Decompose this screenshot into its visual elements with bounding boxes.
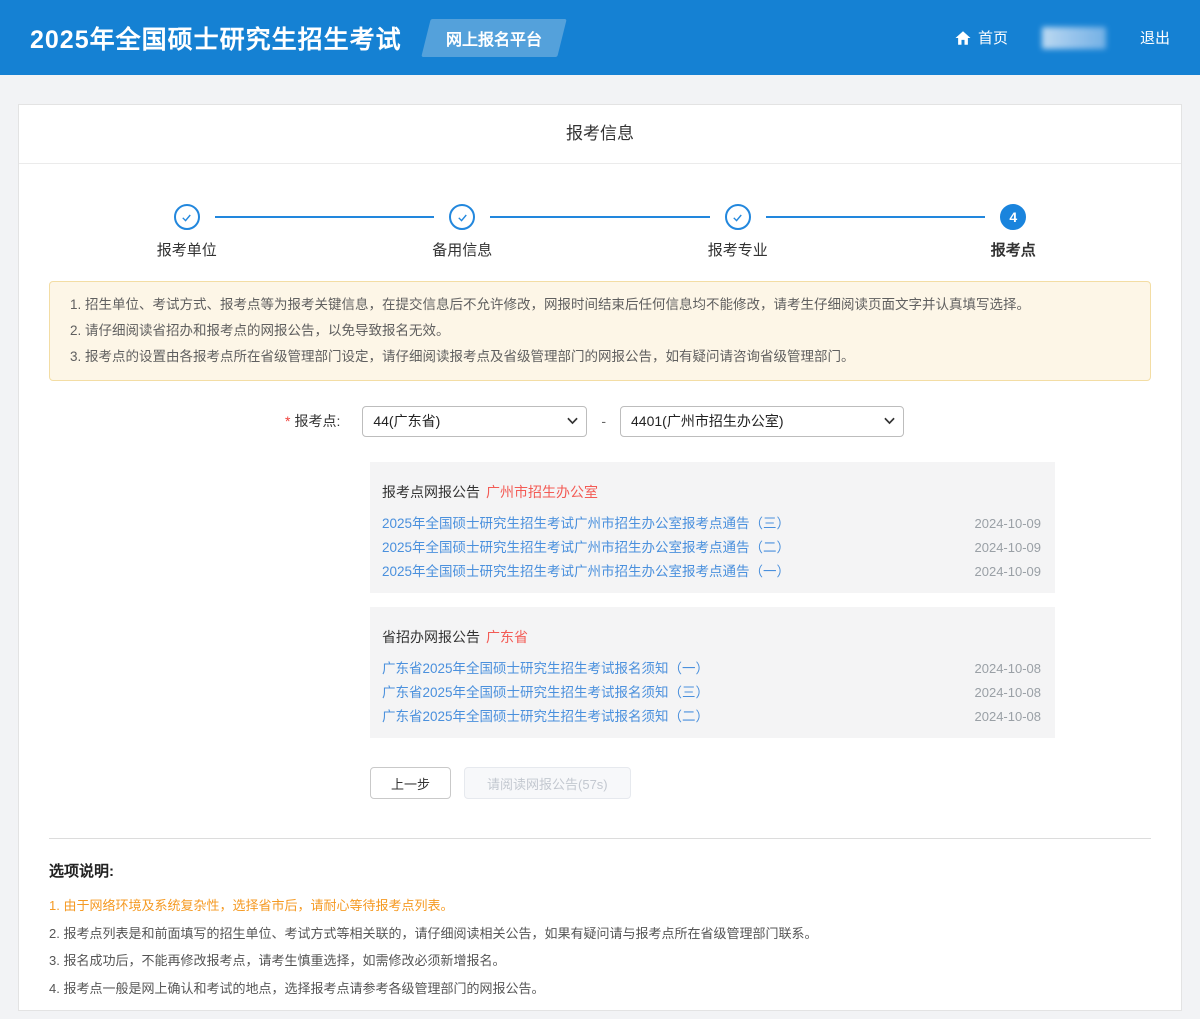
instruction-item-2: 2. 报考点列表是和前面填写的招生单位、考试方式等相关联的，请仔细阅读相关公告，…: [49, 920, 1151, 948]
logout-link[interactable]: 退出: [1140, 27, 1170, 48]
required-asterisk: *: [285, 413, 290, 429]
list-item: 广东省2025年全国硕士研究生招生考试报名须知（二） 2024-10-08: [382, 705, 1041, 729]
step-major: 报考专业: [600, 204, 876, 260]
home-link[interactable]: 首页: [954, 27, 1008, 48]
list-item: 广东省2025年全国硕士研究生招生考试报名须知（一） 2024-10-08: [382, 657, 1041, 681]
step-enrollment-unit: 报考单位: [49, 204, 325, 260]
notice-line-2: 2. 请仔细阅读省招办和报考点的网报公告，以免导致报名无效。: [70, 318, 1130, 344]
exam-site-label: *报考点:: [285, 411, 340, 431]
exam-site-announcements-panel: 报考点网报公告广州市招生办公室 2025年全国硕士研究生招生考试广州市招生办公室…: [370, 462, 1055, 593]
option-instructions: 选项说明: 1. 由于网络环境及系统复杂性，选择省市后，请耐心等待报考点列表。 …: [19, 839, 1181, 1002]
option-instructions-title: 选项说明:: [49, 860, 1151, 881]
option-instructions-list: 1. 由于网络环境及系统复杂性，选择省市后，请耐心等待报考点列表。 2. 报考点…: [49, 892, 1151, 1002]
announcement-date: 2024-10-08: [975, 705, 1042, 729]
top-nav: 首页 退出: [954, 27, 1170, 49]
list-item: 广东省2025年全国硕士研究生招生考试报名须知（三） 2024-10-08: [382, 681, 1041, 705]
step-2-check-icon: [449, 204, 475, 230]
logout-link-label: 退出: [1140, 27, 1170, 48]
instruction-item-4: 4. 报考点一般是网上确认和考试的地点，选择报考点请参考各级管理部门的网报公告。: [49, 975, 1151, 1003]
site-select-wrap: 4401(广州市招生办公室): [620, 406, 904, 437]
instruction-item-1: 1. 由于网络环境及系统复杂性，选择省市后，请耐心等待报考点列表。: [49, 892, 1151, 920]
platform-badge-label: 网上报名平台: [446, 26, 542, 50]
notice-line-3: 3. 报考点的设置由各报考点所在省级管理部门设定，请仔细阅读报考点及省级管理部门…: [70, 344, 1130, 370]
step-4-number: 4: [1000, 204, 1026, 230]
exam-site-form-row: *报考点: 44(广东省) - 4401(广州市招生办公室): [285, 405, 1181, 437]
read-announcements-countdown-button[interactable]: 请阅读网报公告(57s): [464, 767, 631, 799]
notice-line-1: 1. 招生单位、考试方式、报考点等为报考关键信息，在提交信息后不允许修改，网报时…: [70, 292, 1130, 318]
platform-badge: 网上报名平台: [421, 19, 566, 57]
home-icon: [954, 29, 972, 47]
provincial-announcements-title: 省招办网报公告: [382, 629, 480, 645]
list-item: 2025年全国硕士研究生招生考试广州市招生办公室报考点通告（三） 2024-10…: [382, 512, 1041, 536]
home-link-label: 首页: [978, 27, 1008, 48]
page-title: 报考信息: [19, 105, 1181, 164]
previous-step-button[interactable]: 上一步: [370, 767, 451, 799]
announcement-link[interactable]: 2025年全国硕士研究生招生考试广州市招生办公室报考点通告（三）: [382, 512, 790, 536]
announcement-link[interactable]: 2025年全国硕士研究生招生考试广州市招生办公室报考点通告（一）: [382, 560, 790, 584]
step-3-check-icon: [725, 204, 751, 230]
key-notice-box: 1. 招生单位、考试方式、报考点等为报考关键信息，在提交信息后不允许修改，网报时…: [49, 281, 1151, 381]
announcement-link[interactable]: 广东省2025年全国硕士研究生招生考试报名须知（一）: [382, 657, 709, 681]
exam-site-announcements-header: 报考点网报公告广州市招生办公室: [382, 483, 1041, 502]
step-4-label: 报考点: [991, 239, 1036, 260]
announcement-link[interactable]: 2025年全国硕士研究生招生考试广州市招生办公室报考点通告（二）: [382, 536, 790, 560]
step-2-label: 备用信息: [432, 239, 492, 260]
announcement-date: 2024-10-09: [975, 536, 1042, 560]
site-title: 2025年全国硕士研究生招生考试: [30, 20, 402, 56]
step-1-check-icon: [174, 204, 200, 230]
province-select[interactable]: 44(广东省): [362, 406, 587, 437]
province-name: 广东省: [486, 629, 528, 645]
exam-site-org-name: 广州市招生办公室: [486, 484, 598, 500]
username-redacted: [1042, 27, 1106, 49]
exam-site-select[interactable]: 4401(广州市招生办公室): [620, 406, 904, 437]
announcement-date: 2024-10-08: [975, 681, 1042, 705]
provincial-announcements-panel: 省招办网报公告广东省 广东省2025年全国硕士研究生招生考试报名须知（一） 20…: [370, 607, 1055, 738]
exam-site-announcements-title: 报考点网报公告: [382, 484, 480, 500]
province-select-wrap: 44(广东省): [362, 406, 587, 437]
exam-site-announcement-list: 2025年全国硕士研究生招生考试广州市招生办公室报考点通告（三） 2024-10…: [382, 512, 1041, 584]
step-backup-info: 备用信息: [325, 204, 601, 260]
announcement-link[interactable]: 广东省2025年全国硕士研究生招生考试报名须知（三）: [382, 681, 709, 705]
step-exam-site: 4 报考点: [876, 204, 1152, 260]
list-item: 2025年全国硕士研究生招生考试广州市招生办公室报考点通告（一） 2024-10…: [382, 560, 1041, 584]
exam-site-label-text: 报考点:: [294, 413, 340, 429]
main-card: 报考信息 报考单位 备用信息 报考专业 4 报考点 1. 招生单位、考试方式、报: [18, 104, 1182, 1011]
step-1-label: 报考单位: [157, 239, 217, 260]
step-3-label: 报考专业: [708, 239, 768, 260]
select-separator: -: [601, 413, 606, 429]
top-bar: 2025年全国硕士研究生招生考试 网上报名平台 首页 退出: [0, 0, 1200, 75]
announcement-date: 2024-10-09: [975, 560, 1042, 584]
provincial-announcement-list: 广东省2025年全国硕士研究生招生考试报名须知（一） 2024-10-08 广东…: [382, 657, 1041, 729]
announcement-date: 2024-10-09: [975, 512, 1042, 536]
announcement-date: 2024-10-08: [975, 657, 1042, 681]
announcement-link[interactable]: 广东省2025年全国硕士研究生招生考试报名须知（二）: [382, 705, 709, 729]
form-actions: 上一步 请阅读网报公告(57s): [370, 767, 1181, 799]
progress-stepper: 报考单位 备用信息 报考专业 4 报考点: [19, 164, 1181, 260]
provincial-announcements-header: 省招办网报公告广东省: [382, 628, 1041, 647]
list-item: 2025年全国硕士研究生招生考试广州市招生办公室报考点通告（二） 2024-10…: [382, 536, 1041, 560]
instruction-item-3: 3. 报名成功后，不能再修改报考点，请考生慎重选择，如需修改必须新增报名。: [49, 947, 1151, 975]
